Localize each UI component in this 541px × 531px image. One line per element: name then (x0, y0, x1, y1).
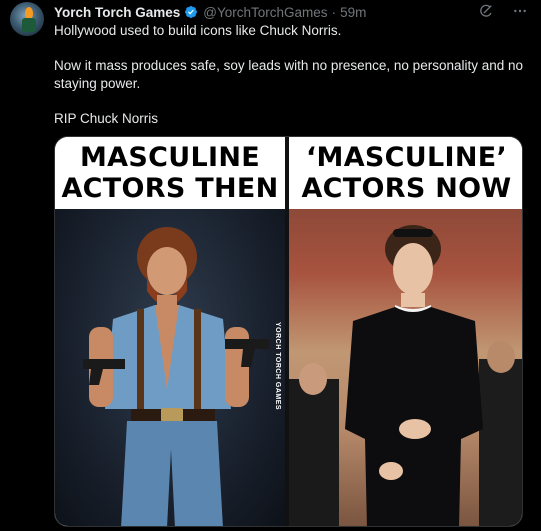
more-options-icon[interactable] (511, 2, 529, 20)
tweet-line: Hollywood used to build icons like Chuck… (54, 23, 342, 38)
tweet-line: Now it mass produces safe, soy leads wit… (54, 58, 524, 91)
photo-right (289, 209, 522, 526)
verified-badge-icon[interactable] (184, 5, 198, 19)
photo-left (55, 209, 285, 526)
tweet[interactable]: Yorch Torch Games @YorchTorchGames · 59m… (0, 0, 541, 531)
tweet-media-image[interactable]: MASCULINE ACTORS THEN ‘MASCULINE’ ACTORS… (54, 136, 523, 527)
author-handle[interactable]: @YorchTorchGames (203, 5, 327, 20)
tweet-line: RIP Chuck Norris (54, 110, 159, 126)
separator-dot: · (331, 4, 337, 20)
author-display-name[interactable]: Yorch Torch Games (54, 5, 180, 20)
meme-caption-right: ‘MASCULINE’ ACTORS NOW (289, 137, 522, 209)
grok-icon[interactable] (477, 2, 495, 20)
watermark-text: YORCH TORCH GAMES (274, 322, 281, 411)
avatar[interactable] (10, 2, 44, 36)
header-actions (477, 2, 529, 20)
tweet-text: Hollywood used to build icons like Chuck… (54, 22, 524, 127)
tweet-header: Yorch Torch Games @YorchTorchGames · 59m (54, 4, 529, 20)
meme-caption-left: MASCULINE ACTORS THEN (55, 137, 285, 209)
timestamp[interactable]: 59m (340, 5, 366, 20)
